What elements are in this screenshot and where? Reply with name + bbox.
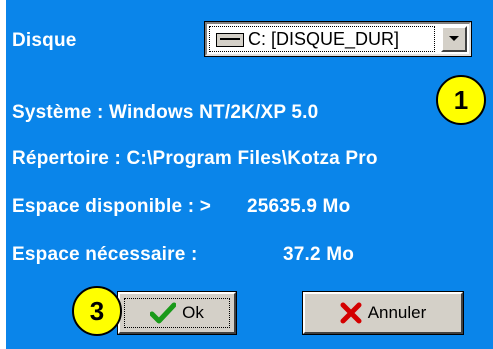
cancel-x-icon [340, 302, 362, 324]
disk-select-text: C: [DISQUE_DUR] [248, 29, 400, 49]
step-badge-3: 3 [72, 286, 122, 336]
available-space-label: Espace disponible : > [12, 196, 212, 217]
available-space-value: 25635.9 Mo [247, 196, 351, 217]
disk-select-value: C: [DISQUE_DUR] [209, 26, 435, 52]
ok-focus-rect [124, 298, 230, 328]
required-space-value: 37.2 Mo [283, 244, 355, 265]
ok-button[interactable]: Ok [117, 291, 237, 335]
disk-select[interactable]: C: [DISQUE_DUR] [204, 21, 472, 57]
cancel-button[interactable]: Annuler [302, 291, 464, 335]
cancel-button-label: Annuler [367, 303, 427, 322]
directory-info: Répertoire : C:\Program Files\Kotza Pro [12, 148, 378, 169]
dropdown-arrow-button[interactable] [441, 26, 467, 52]
step-badge-1: 1 [436, 75, 486, 125]
disk-label: Disque [12, 30, 77, 51]
hard-drive-icon [216, 33, 244, 47]
left-edge-strip [0, 0, 6, 349]
system-info: Système : Windows NT/2K/XP 5.0 [12, 102, 319, 123]
required-space-label: Espace nécessaire : [12, 244, 198, 265]
